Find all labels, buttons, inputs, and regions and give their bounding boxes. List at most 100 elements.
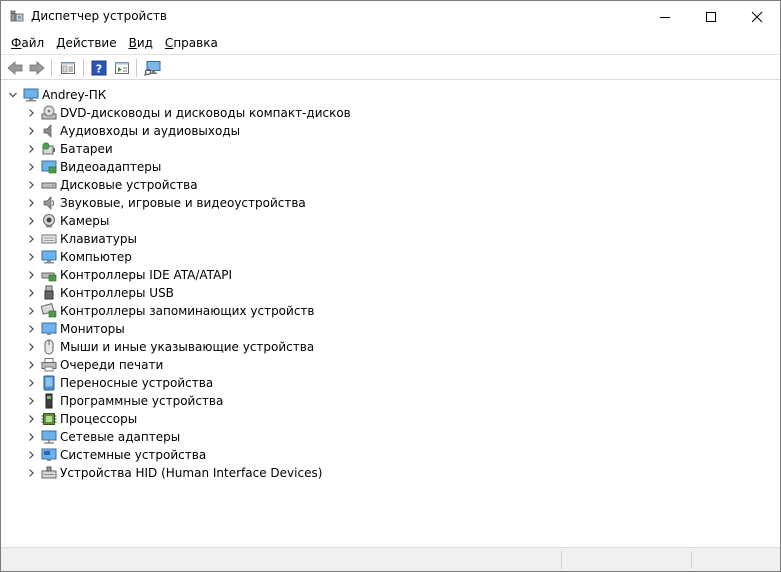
tree-item-label: Батареи bbox=[60, 142, 113, 156]
scan-hardware-icon bbox=[144, 61, 161, 76]
menu-file[interactable]: Файл bbox=[5, 33, 50, 53]
tree-item-label: Звуковые, игровые и видеоустройства bbox=[60, 196, 306, 210]
status-separator bbox=[691, 551, 692, 569]
processor-icon bbox=[41, 411, 57, 427]
expand-chevron-icon[interactable] bbox=[25, 212, 37, 230]
title-bar[interactable]: Диспетчер устройств bbox=[1, 1, 780, 32]
forward-icon bbox=[29, 61, 45, 75]
tree-item-label: Процессоры bbox=[60, 412, 138, 426]
tree-item[interactable]: Очереди печати bbox=[25, 356, 163, 374]
expand-chevron-icon[interactable] bbox=[25, 140, 37, 158]
expand-chevron-icon[interactable] bbox=[25, 284, 37, 302]
device-manager-app-icon bbox=[10, 10, 24, 22]
close-icon bbox=[751, 11, 763, 22]
expand-chevron-icon[interactable] bbox=[25, 356, 37, 374]
tree-item[interactable]: Контроллеры запоминающих устройств bbox=[25, 302, 314, 320]
expand-chevron-icon[interactable] bbox=[25, 410, 37, 428]
tree-item-label: Мониторы bbox=[60, 322, 125, 336]
expand-chevron-icon[interactable] bbox=[25, 392, 37, 410]
help-button[interactable]: ? bbox=[89, 58, 109, 78]
svg-text:?: ? bbox=[96, 63, 102, 76]
expand-chevron-icon[interactable] bbox=[25, 248, 37, 266]
close-button[interactable] bbox=[734, 1, 780, 32]
tree-item-label: Видеоадаптеры bbox=[60, 160, 162, 174]
expand-chevron-icon[interactable] bbox=[25, 176, 37, 194]
expand-chevron-icon[interactable] bbox=[25, 374, 37, 392]
expand-chevron-icon[interactable] bbox=[25, 428, 37, 446]
scan-hardware-button[interactable] bbox=[143, 58, 163, 78]
tree-item[interactable]: Мониторы bbox=[25, 320, 125, 338]
tree-item-label: Устройства HID (Human Interface Devices) bbox=[60, 466, 323, 480]
expand-chevron-icon[interactable] bbox=[25, 194, 37, 212]
software-device-icon bbox=[41, 393, 57, 409]
tree-item-label: Переносные устройства bbox=[60, 376, 214, 390]
tree-item[interactable]: Дисковые устройства bbox=[25, 176, 198, 194]
computer-icon bbox=[23, 87, 39, 103]
properties-button[interactable] bbox=[58, 58, 78, 78]
tree-item[interactable]: Мыши и иные указывающие устройства bbox=[25, 338, 314, 356]
storage-controller-icon bbox=[41, 303, 57, 319]
maximize-button[interactable] bbox=[688, 1, 734, 32]
tree-item[interactable]: Переносные устройства bbox=[25, 374, 213, 392]
tree-root-label: Andrey-ПК bbox=[42, 88, 107, 102]
status-bar bbox=[1, 547, 780, 571]
forward-button[interactable] bbox=[27, 58, 47, 78]
tree-item-label: Контроллеры USB bbox=[60, 286, 174, 300]
expand-chevron-icon[interactable] bbox=[25, 302, 37, 320]
menu-help[interactable]: Справка bbox=[159, 33, 224, 53]
tree-item[interactable]: DVD-дисководы и дисководы компакт-дисков bbox=[25, 104, 351, 122]
tree-item[interactable]: Клавиатуры bbox=[25, 230, 137, 248]
tree-item[interactable]: Процессоры bbox=[25, 410, 137, 428]
tree-item-label: Мыши и иные указывающие устройства bbox=[60, 340, 315, 354]
expand-chevron-icon[interactable] bbox=[25, 266, 37, 284]
tree-item[interactable]: Контроллеры IDE ATA/ATAPI bbox=[25, 266, 232, 284]
menu-file-label: айл bbox=[21, 36, 45, 50]
expand-chevron-icon[interactable] bbox=[25, 338, 37, 356]
minimize-button[interactable] bbox=[642, 1, 688, 32]
expand-chevron-icon[interactable] bbox=[25, 320, 37, 338]
expand-chevron-icon[interactable] bbox=[25, 158, 37, 176]
menu-action[interactable]: Действие bbox=[50, 33, 122, 53]
sound-icon bbox=[41, 195, 57, 211]
tree-item-label: Сетевые адаптеры bbox=[60, 430, 181, 444]
tree-item-label: Камеры bbox=[60, 214, 110, 228]
expand-chevron-icon[interactable] bbox=[25, 122, 37, 140]
computer-icon bbox=[41, 249, 57, 265]
tree-item[interactable]: Контроллеры USB bbox=[25, 284, 174, 302]
mouse-icon bbox=[41, 339, 57, 355]
device-manager-window: Диспетчер устройств Файл Действие Вид Сп… bbox=[0, 0, 781, 572]
tree-item[interactable]: Устройства HID (Human Interface Devices) bbox=[25, 464, 322, 482]
expand-chevron-icon[interactable] bbox=[25, 446, 37, 464]
expand-chevron-icon[interactable] bbox=[25, 230, 37, 248]
back-button[interactable] bbox=[5, 58, 25, 78]
toolbar-separator bbox=[136, 59, 137, 77]
network-adapter-icon bbox=[41, 429, 57, 445]
tree-item[interactable]: Программные устройства bbox=[25, 392, 223, 410]
dvd-drive-icon bbox=[41, 105, 57, 121]
menu-file-accel: Ф bbox=[11, 36, 22, 50]
tree-root[interactable]: Andrey-ПК bbox=[7, 86, 106, 104]
menu-view[interactable]: Вид bbox=[123, 33, 159, 53]
tree-item-label: Очереди печати bbox=[60, 358, 164, 372]
display-adapter-icon bbox=[41, 159, 57, 175]
menu-view-accel: В bbox=[128, 36, 137, 50]
properties-icon bbox=[61, 62, 75, 74]
collapse-chevron-icon[interactable] bbox=[7, 86, 19, 104]
expand-chevron-icon[interactable] bbox=[25, 464, 37, 482]
battery-icon bbox=[41, 141, 57, 157]
tree-item-label: Контроллеры IDE ATA/ATAPI bbox=[60, 268, 233, 282]
tree-item-label: DVD-дисководы и дисководы компакт-дисков bbox=[60, 106, 351, 120]
tree-item[interactable]: Сетевые адаптеры bbox=[25, 428, 180, 446]
ide-controller-icon bbox=[41, 267, 57, 283]
monitor-icon bbox=[41, 321, 57, 337]
tree-item[interactable]: Звуковые, игровые и видеоустройства bbox=[25, 194, 306, 212]
tree-item[interactable]: Системные устройства bbox=[25, 446, 206, 464]
device-tree[interactable]: Andrey-ПК DVD-дисководы и дисководы комп… bbox=[1, 80, 780, 546]
tree-item[interactable]: Батареи bbox=[25, 140, 113, 158]
expand-chevron-icon[interactable] bbox=[25, 104, 37, 122]
tree-item[interactable]: Компьютер bbox=[25, 248, 132, 266]
tree-item[interactable]: Аудиовходы и аудиовыходы bbox=[25, 122, 240, 140]
tree-item[interactable]: Камеры bbox=[25, 212, 109, 230]
tree-item[interactable]: Видеоадаптеры bbox=[25, 158, 161, 176]
action-pane-button[interactable] bbox=[112, 58, 132, 78]
